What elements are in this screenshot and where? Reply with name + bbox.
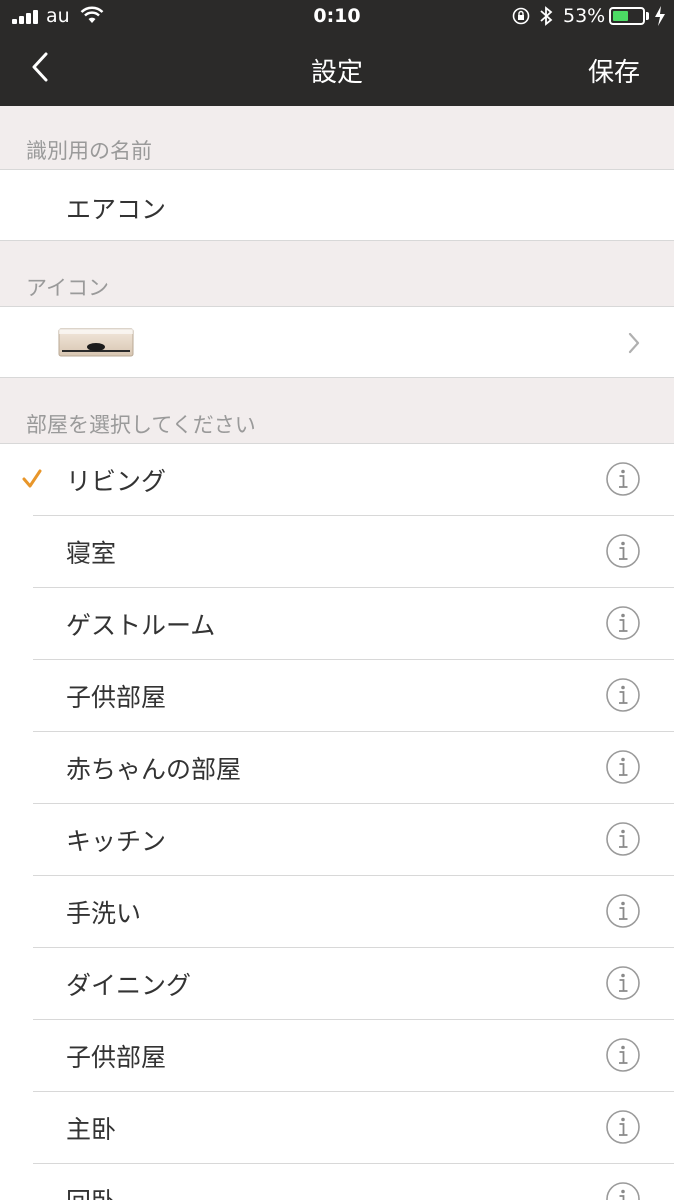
icon-section-title: アイコン: [26, 276, 109, 300]
icon-selector-row[interactable]: [0, 307, 674, 378]
air-conditioner-icon: [58, 328, 134, 357]
battery-icon: [609, 7, 645, 25]
name-section-header: 識別用の名前: [0, 106, 674, 170]
room-label: 回卧: [66, 1182, 116, 1200]
room-label: 寝室: [66, 539, 117, 568]
save-button[interactable]: 保存: [588, 52, 640, 89]
room-row[interactable]: ダイニング: [0, 948, 674, 1020]
bluetooth-icon: [540, 6, 553, 26]
room-label: 子供部屋: [66, 683, 167, 712]
room-label: ダイニング: [66, 971, 192, 1000]
info-icon[interactable]: [606, 1038, 640, 1072]
room-row[interactable]: 赤ちゃんの部屋: [0, 732, 674, 804]
battery-nub: [646, 12, 649, 20]
battery-percent: 53%: [563, 5, 606, 27]
room-row[interactable]: キッチン: [0, 804, 674, 876]
info-icon[interactable]: [606, 534, 640, 568]
room-section-header: 部屋を選択してください: [0, 378, 674, 444]
room-row[interactable]: 手洗い: [0, 876, 674, 948]
chevron-right-icon: [628, 332, 640, 354]
info-icon[interactable]: [606, 822, 640, 856]
battery-level-fill: [613, 11, 628, 21]
name-field[interactable]: エアコン: [0, 170, 674, 241]
info-icon[interactable]: [606, 1110, 640, 1144]
room-label: 手洗い: [66, 899, 142, 928]
orientation-lock-icon: [512, 7, 530, 25]
icon-section-header: アイコン: [0, 241, 674, 307]
info-icon[interactable]: [606, 1182, 640, 1200]
info-icon[interactable]: [606, 894, 640, 928]
info-icon[interactable]: [606, 966, 640, 1000]
checkmark-icon: [22, 469, 42, 488]
top-bar: au 0:10 53% 設定 保存: [0, 0, 674, 106]
room-label: リビング: [66, 467, 167, 496]
room-row[interactable]: 主卧: [0, 1092, 674, 1164]
room-row[interactable]: リビング: [0, 444, 674, 516]
charging-bolt-icon: [655, 6, 665, 26]
room-label: 子供部屋: [66, 1043, 167, 1072]
status-bar: au 0:10 53%: [0, 0, 674, 34]
room-label: ゲストルーム: [66, 611, 216, 640]
info-icon[interactable]: [606, 750, 640, 784]
room-row[interactable]: 子供部屋: [0, 660, 674, 732]
room-label: 赤ちゃんの部屋: [66, 755, 242, 784]
room-label: キッチン: [66, 827, 167, 856]
room-label: 主卧: [66, 1115, 117, 1144]
room-row[interactable]: ゲストルーム: [0, 588, 674, 660]
info-icon[interactable]: [606, 678, 640, 712]
name-section-title: 識別用の名前: [26, 139, 152, 163]
room-row[interactable]: 子供部屋: [0, 1020, 674, 1092]
info-icon[interactable]: [606, 462, 640, 496]
room-section-title: 部屋を選択してください: [26, 413, 256, 437]
name-field-value[interactable]: エアコン: [66, 190, 166, 226]
info-icon[interactable]: [606, 606, 640, 640]
room-row[interactable]: 寝室: [0, 516, 674, 588]
room-list: リビング 寝室 ゲストルーム 子供部屋 赤ちゃんの部屋 キッチン 手洗い ダイニング 子供部屋主…: [0, 444, 674, 1200]
room-row[interactable]: 回卧: [0, 1164, 674, 1200]
page-title: 設定: [310, 58, 363, 88]
